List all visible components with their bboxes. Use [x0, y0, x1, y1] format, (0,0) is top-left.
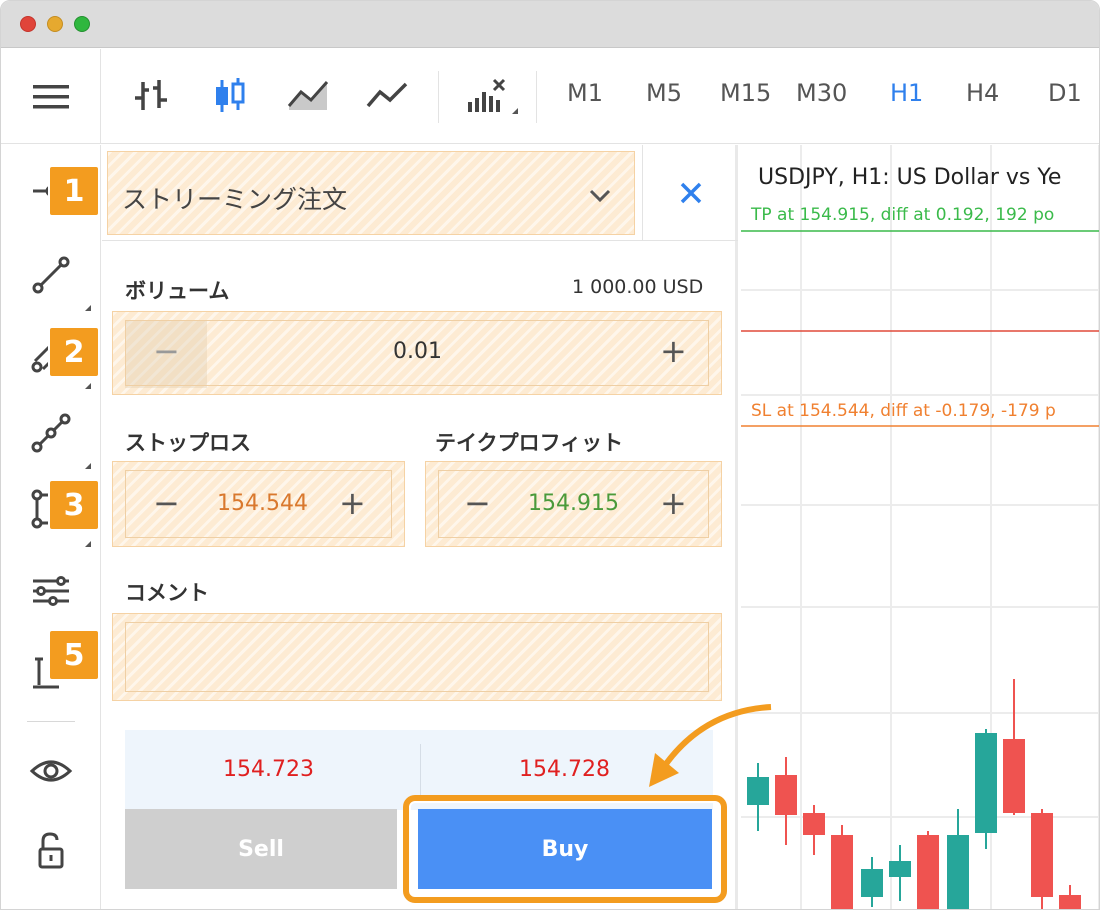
- stoploss-label: ストップロス: [125, 431, 251, 455]
- title-bar: [1, 1, 1099, 48]
- annotation-badge-5: 5: [48, 629, 100, 681]
- line-chart-icon[interactable]: [366, 74, 410, 118]
- takeprofit-label: テイクプロフィット: [435, 431, 624, 455]
- candle-body: [803, 813, 825, 835]
- timeframe-h1[interactable]: H1: [890, 79, 923, 107]
- pointer-arrow-icon: [649, 704, 772, 787]
- order-type-select[interactable]: ストリーミング注文: [107, 151, 635, 235]
- candle-body: [1059, 895, 1081, 909]
- candle-body: [831, 835, 853, 909]
- stoploss-input[interactable]: 154.544: [217, 491, 308, 516]
- annotation-badge-3: 3: [48, 479, 100, 531]
- eye-icon[interactable]: [25, 745, 77, 797]
- sell-price: 154.723: [223, 757, 314, 782]
- volume-label: ボリューム: [125, 279, 230, 303]
- price-chart[interactable]: USDJPY, H1: US Dollar vs Ye TP at 154.91…: [741, 145, 1099, 909]
- candle-body: [1003, 739, 1025, 813]
- sell-button[interactable]: Sell: [125, 809, 397, 889]
- buy-highlight-frame: [403, 795, 727, 903]
- candle-body: [861, 869, 883, 897]
- takeprofit-decrease-button[interactable]: −: [464, 484, 491, 522]
- bar-chart-icon[interactable]: [129, 74, 173, 118]
- lock-icon[interactable]: [25, 825, 77, 877]
- hamburger-icon: [32, 84, 69, 108]
- close-panel-button[interactable]: [642, 145, 738, 240]
- stoploss-decrease-button[interactable]: −: [153, 484, 180, 522]
- polyline-icon[interactable]: [25, 407, 77, 459]
- minimize-window-button[interactable]: [47, 16, 63, 32]
- app-window: M1 M5 M15 M30 H1 H4 D1 1 2 3 5 ストリーミング注文…: [0, 0, 1100, 910]
- annotation-badge-2: 2: [48, 326, 100, 378]
- timeframe-h4[interactable]: H4: [966, 79, 999, 107]
- chart-title: USDJPY, H1: US Dollar vs Ye: [758, 165, 1062, 190]
- indicators-icon[interactable]: [464, 74, 518, 118]
- volume-input[interactable]: 0.01: [393, 339, 442, 364]
- volume-amount: 1 000.00 USD: [572, 276, 704, 298]
- takeprofit-input[interactable]: 154.915: [528, 491, 619, 516]
- timeframe-m1[interactable]: M1: [567, 79, 603, 107]
- takeprofit-increase-button[interactable]: +: [660, 484, 687, 522]
- fibonacci-icon[interactable]: [25, 567, 77, 619]
- candlestick-icon[interactable]: [208, 74, 252, 118]
- stoploss-stepper: − 154.544 +: [112, 461, 405, 547]
- comment-label: コメント: [125, 581, 209, 605]
- chevron-down-icon: [589, 189, 611, 203]
- chart-toolbar: M1 M5 M15 M30 H1 H4 D1: [1, 49, 1099, 144]
- sl-line-label: SL at 154.544, diff at -0.179, -179 p: [751, 401, 1056, 421]
- comment-field[interactable]: [112, 613, 722, 701]
- chart-canvas: [741, 145, 1099, 909]
- tp-line-label: TP at 154.915, diff at 0.192, 192 po: [751, 205, 1055, 225]
- timeframe-m30[interactable]: M30: [796, 79, 847, 107]
- candle-body: [917, 835, 939, 909]
- candle-body: [975, 733, 997, 833]
- candle-body: [1031, 813, 1053, 897]
- zoom-window-button[interactable]: [74, 16, 90, 32]
- candle-body: [889, 861, 911, 877]
- candle-body: [947, 835, 969, 909]
- timeframe-m15[interactable]: M15: [720, 79, 771, 107]
- takeprofit-stepper: − 154.915 +: [425, 461, 722, 547]
- close-icon: [680, 182, 701, 203]
- close-window-button[interactable]: [20, 16, 36, 32]
- timeframe-d1[interactable]: D1: [1048, 79, 1082, 107]
- hamburger-menu-button[interactable]: [1, 49, 101, 144]
- volume-increase-button[interactable]: +: [660, 332, 687, 370]
- timeframe-m5[interactable]: M5: [646, 79, 682, 107]
- area-chart-icon[interactable]: [287, 74, 331, 118]
- order-type-value: ストリーミング注文: [122, 185, 348, 214]
- trendline-icon[interactable]: [25, 249, 77, 301]
- stoploss-increase-button[interactable]: +: [339, 484, 366, 522]
- annotation-badge-1: 1: [48, 165, 100, 217]
- buy-price: 154.728: [519, 757, 610, 782]
- volume-decrease-button[interactable]: −: [153, 332, 180, 370]
- volume-stepper: − 0.01 +: [112, 311, 722, 395]
